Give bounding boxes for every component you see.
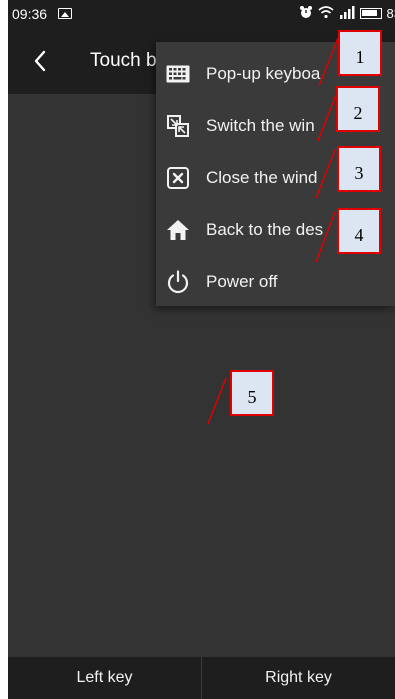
alarm-icon (299, 5, 313, 22)
menu-item-label: Power off (206, 272, 278, 291)
callout-4: 4 (337, 208, 381, 254)
menu-item-label: Switch the win (206, 116, 315, 135)
status-time: 09:36 (12, 6, 48, 22)
callout-3: 3 (337, 146, 381, 192)
callout-1: 1 (338, 30, 382, 76)
chevron-left-icon (34, 50, 46, 72)
keyboard-icon (164, 60, 192, 88)
bottom-bar: Left key Right key (8, 657, 395, 699)
callout-2: 2 (336, 86, 380, 132)
menu-item-label: Pop-up keyboa (206, 64, 321, 83)
signal-icon (339, 5, 355, 22)
wifi-icon (318, 5, 334, 22)
battery-level: 83 (386, 6, 395, 21)
menu-item-label: Close the wind (206, 168, 318, 187)
status-bar: 09:36 83 (8, 0, 395, 28)
switch-window-icon (164, 112, 192, 140)
back-button[interactable] (28, 46, 52, 76)
image-icon (58, 8, 72, 19)
close-window-icon (164, 164, 192, 192)
status-icons: 83 (299, 5, 395, 22)
menu-item-power-off[interactable]: Power off (156, 256, 395, 306)
power-icon (164, 268, 192, 296)
callout-5: 5 (230, 370, 274, 416)
menu-item-label: Back to the des (206, 220, 324, 239)
home-icon (164, 216, 192, 244)
page-title: Touch b (90, 50, 157, 71)
right-key-button[interactable]: Right key (202, 657, 395, 699)
battery-icon (359, 8, 382, 19)
left-key-button[interactable]: Left key (8, 657, 201, 699)
